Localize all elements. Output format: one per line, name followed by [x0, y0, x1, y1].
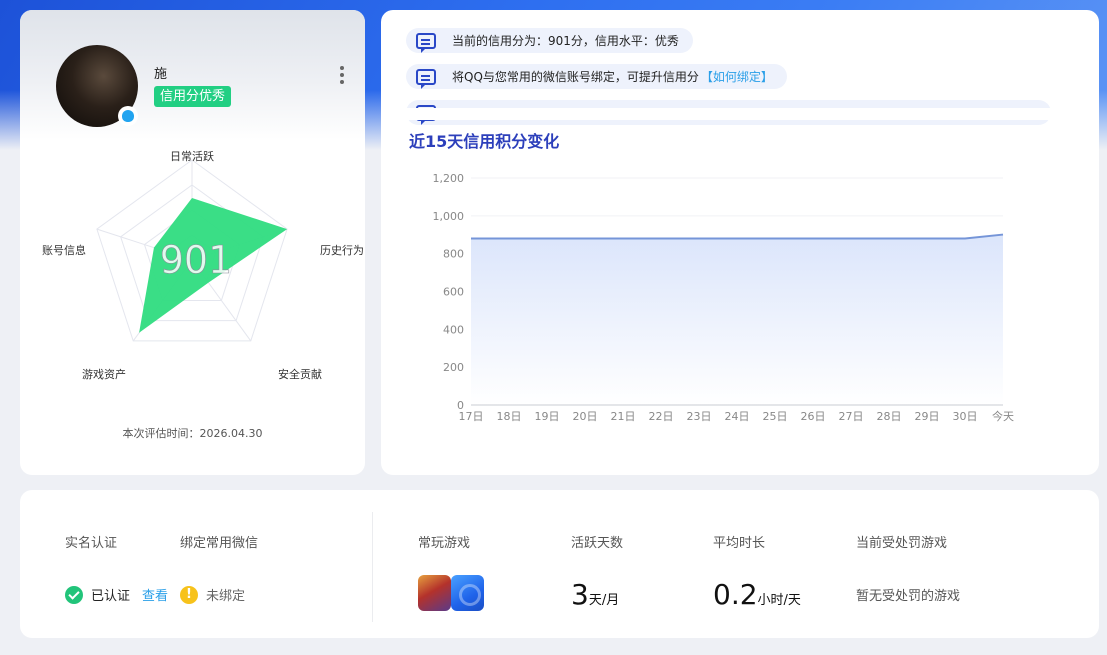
- punish-value: 暂无受处罚的游戏: [856, 589, 961, 604]
- message-icon: [416, 32, 436, 53]
- x-tick-label: 29日: [915, 410, 940, 423]
- radar-label: 安全贡献: [278, 367, 322, 381]
- warning-icon: !: [180, 585, 198, 604]
- data-point: [1002, 234, 1004, 236]
- avg-duration: 0.2小时/天: [713, 578, 801, 611]
- message-icon: [416, 68, 436, 89]
- avg-duration-value: 0.2: [713, 578, 758, 611]
- active-days-value: 3: [571, 578, 589, 611]
- data-point: [470, 238, 472, 240]
- check-icon: [65, 585, 83, 604]
- x-tick-label: 18日: [497, 410, 522, 423]
- chart-title: 近15天信用积分变化: [409, 132, 560, 151]
- data-point: [660, 238, 662, 240]
- x-tick-label: 17日: [459, 410, 484, 423]
- data-point: [964, 238, 966, 240]
- active-days-label: 活跃天数: [571, 536, 624, 551]
- x-tick-label: 20日: [573, 410, 598, 423]
- y-tick-label: 600: [443, 286, 464, 299]
- y-tick-label: 200: [443, 361, 464, 374]
- radar-label: 历史行为: [320, 244, 364, 257]
- qq-badge-icon: [118, 106, 138, 126]
- wechat-bind-label: 绑定常用微信: [180, 536, 259, 551]
- game-icon[interactable]: [451, 575, 484, 611]
- data-point: [698, 238, 700, 240]
- real-name-label: 实名认证: [65, 536, 118, 551]
- x-tick-label: 26日: [801, 410, 826, 423]
- notice-bind-wechat: 将QQ与您常用的微信账号绑定，可提升信用分 【如何绑定】: [406, 64, 787, 89]
- notice-scroll-mask: [381, 108, 1099, 120]
- data-point: [812, 238, 814, 240]
- series-area: [471, 234, 1003, 405]
- x-tick-label: 19日: [535, 410, 560, 423]
- nickname: 施: [154, 67, 168, 82]
- radar-label: 账号信息: [42, 243, 86, 257]
- credit-trend-card: 当前的信用分为：901分，信用水平：优秀 将QQ与您常用的微信账号绑定，可提升信…: [381, 10, 1099, 475]
- data-point: [622, 238, 624, 240]
- x-tick-label: 28日: [877, 410, 902, 423]
- data-point: [736, 238, 738, 240]
- games-label: 常玩游戏: [418, 536, 471, 551]
- data-point: [546, 238, 548, 240]
- x-tick-label: 25日: [763, 410, 788, 423]
- x-tick-label: 今天: [992, 409, 1014, 423]
- wechat-bind-status: ! 未绑定: [180, 585, 245, 604]
- radar-label: 游戏资产: [82, 367, 126, 381]
- radar-label: 日常活跃: [170, 149, 214, 163]
- x-tick-label: 22日: [649, 410, 674, 423]
- game-icon[interactable]: [418, 575, 451, 611]
- x-tick-label: 27日: [839, 410, 864, 423]
- active-days-unit: 天/月: [588, 593, 620, 608]
- data-point: [774, 238, 776, 240]
- wechat-bind-value: 未绑定: [206, 589, 246, 604]
- x-tick-label: 30日: [953, 410, 978, 423]
- account-stats-card: 实名认证 绑定常用微信 常玩游戏 活跃天数 平均时长 当前受处罚游戏 已认证 查…: [20, 490, 1099, 638]
- active-days: 3天/月: [571, 578, 619, 611]
- avg-duration-label: 平均时长: [713, 536, 766, 551]
- real-name-status: 已认证 查看: [65, 585, 168, 604]
- punish-label: 当前受处罚游戏: [856, 536, 948, 551]
- data-point: [926, 238, 928, 240]
- data-point: [508, 238, 510, 240]
- notice-text: 当前的信用分为：901分，信用水平：优秀: [452, 34, 679, 48]
- credit-level-badge: 信用分优秀: [154, 86, 232, 107]
- how-to-bind-link[interactable]: 【如何绑定】: [701, 68, 773, 85]
- evaluation-time: 本次评估时间：2026.04.30: [122, 427, 263, 440]
- divider: [372, 512, 373, 622]
- notice-text: 将QQ与您常用的微信账号绑定，可提升信用分: [452, 70, 699, 84]
- credit-radar-chart: 901 日常活跃历史行为安全贡献 游戏资产 账号信息: [42, 149, 364, 381]
- real-name-value: 已认证: [91, 589, 131, 604]
- more-options-icon[interactable]: [338, 66, 346, 84]
- y-tick-label: 1,000: [433, 210, 465, 223]
- frequent-games: [418, 575, 484, 611]
- credit-line-chart: 02004006008001,0001,20017日 18日 19日 20日 21日 22…: [433, 172, 1015, 423]
- x-tick-label: 24日: [725, 410, 750, 423]
- x-tick-label: 23日: [687, 410, 712, 423]
- view-link[interactable]: 查看: [142, 585, 168, 604]
- x-tick-label: 21日: [611, 410, 636, 423]
- data-point: [584, 238, 586, 240]
- data-point: [888, 238, 890, 240]
- y-tick-label: 400: [443, 323, 464, 336]
- y-tick-label: 800: [443, 248, 464, 261]
- credit-score: 901: [160, 238, 233, 282]
- profile-card: 施 信用分优秀 901 日常活跃历史行为安全贡献 游戏资产 账号信息 本次评估时间：2…: [20, 10, 365, 475]
- notice-current-score: 当前的信用分为：901分，信用水平：优秀: [406, 28, 693, 53]
- avg-duration-unit: 小时/天: [757, 593, 801, 608]
- y-tick-label: 1,200: [433, 172, 465, 185]
- data-point: [850, 238, 852, 240]
